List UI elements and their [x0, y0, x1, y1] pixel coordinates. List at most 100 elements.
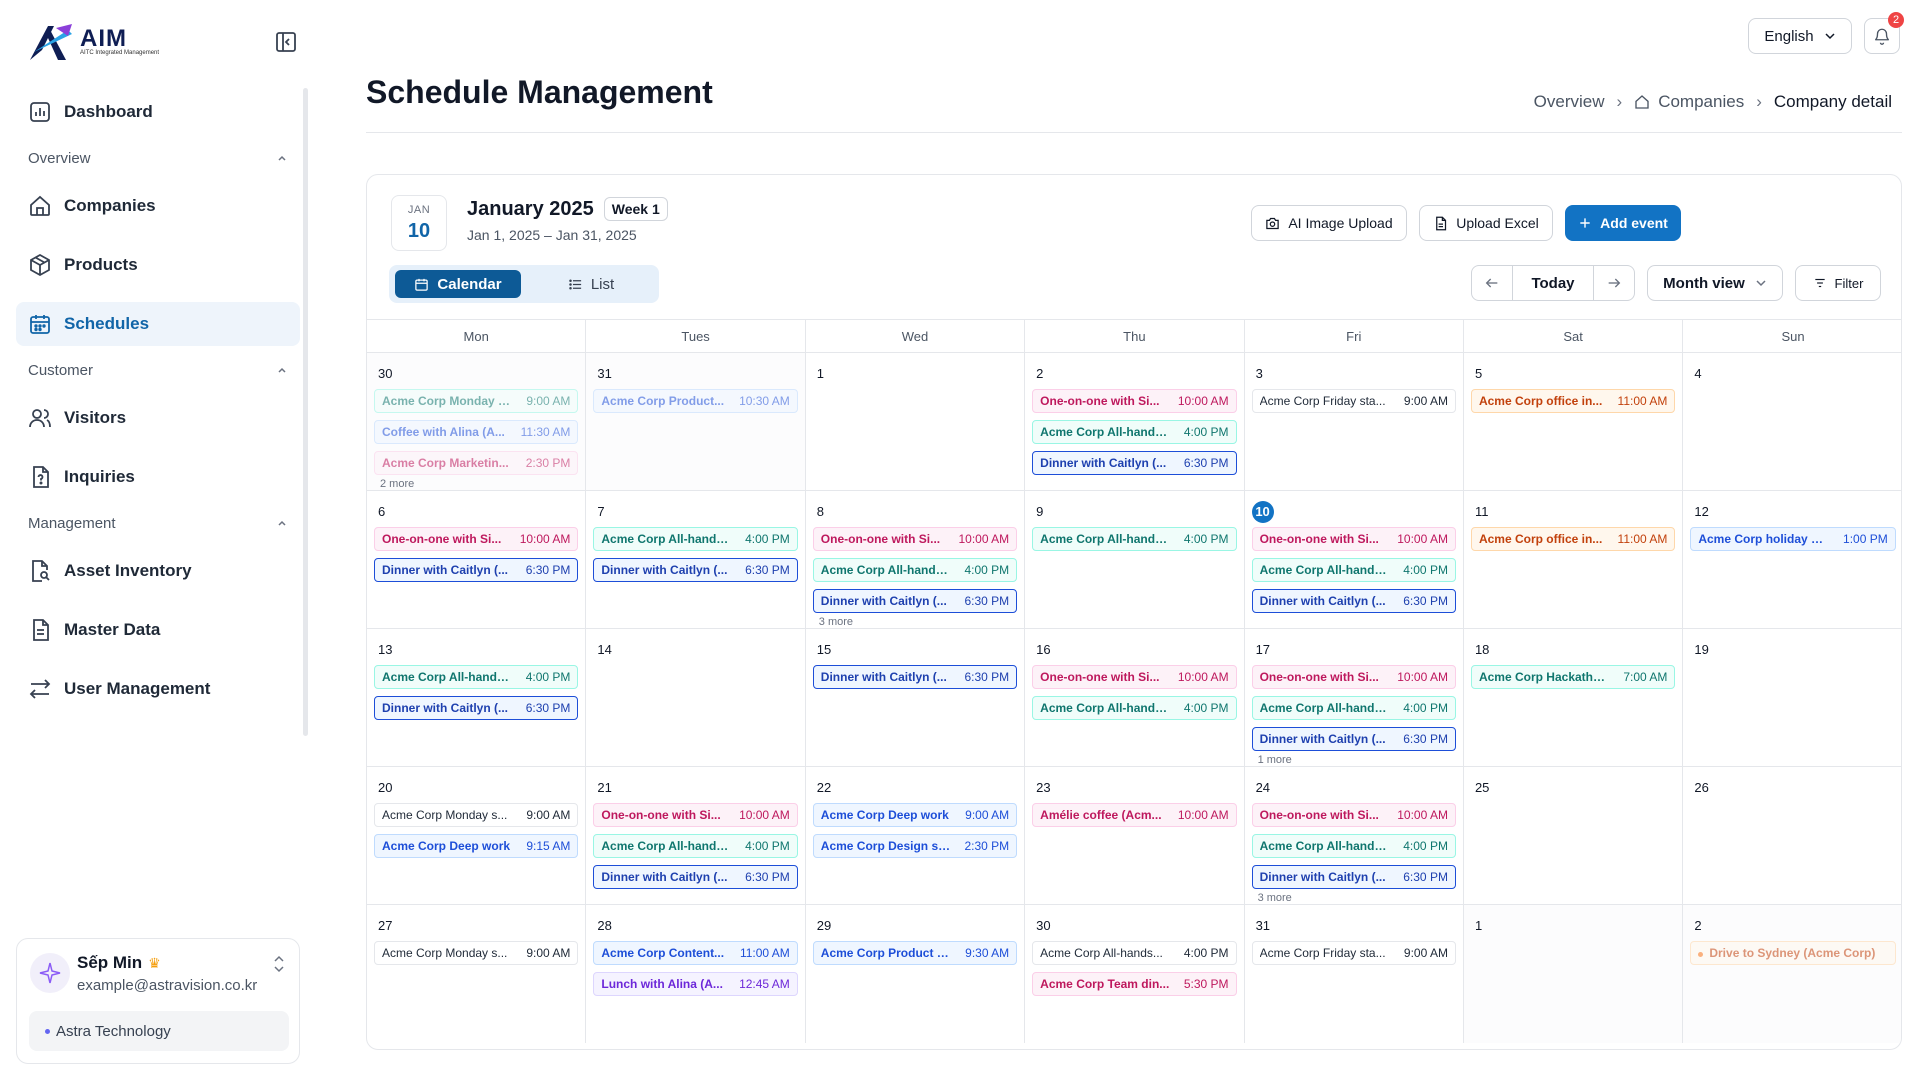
calendar-event[interactable]: One-on-one with Si... 10:00 AM [1251, 803, 1456, 827]
calendar-event[interactable]: Acme Corp Deep work 9:00 AM [812, 803, 1018, 827]
calendar-event[interactable]: Coffee with Alina (A... 11:30 AM [374, 420, 579, 444]
calendar-day-cell[interactable]: 1 [1463, 905, 1684, 1043]
calendar-day-cell[interactable]: 31 Acme Corp Product... 10:30 AM [586, 353, 806, 490]
calendar-day-cell[interactable]: 30 Acme Corp All-hands... 4:00 PM Acme Corp… [1025, 905, 1245, 1043]
calendar-day-cell[interactable]: 22 Acme Corp Deep work 9:00 AM Acme Corp De… [806, 767, 1026, 904]
language-select[interactable]: English [1748, 18, 1852, 54]
calendar-event[interactable]: Dinner with Caitlyn (... 6:30 PM [812, 665, 1018, 689]
calendar-event[interactable]: Dinner with Caitlyn (... 6:30 PM [374, 558, 579, 582]
calendar-event[interactable]: Acme Corp Team din... 5:30 PM [1032, 972, 1237, 996]
calendar-event[interactable]: Acme Corp Friday sta... 9:00 AM [1251, 389, 1456, 413]
calendar-day-cell[interactable]: 13 Acme Corp All-hands... 4:00 PM Dinner wi… [367, 629, 587, 766]
calendar-day-cell[interactable]: 29 Acme Corp Product p... 9:30 AM [806, 905, 1026, 1043]
calendar-event[interactable]: Acme Corp Monday s... 9:00 AM [374, 803, 579, 827]
calendar-day-cell[interactable]: 28 Acme Corp Content... 11:00 AM Lunch with… [586, 905, 806, 1043]
calendar-view-tab[interactable]: Calendar [395, 270, 521, 298]
calendar-event[interactable]: Acme Corp All-hands... 4:00 PM [1032, 527, 1237, 551]
calendar-event[interactable]: Drive to Sydney (Acme Corp) [1690, 941, 1896, 965]
sidebar-item-dashboard[interactable]: Dashboard [16, 90, 300, 134]
breadcrumb-companies[interactable]: Companies [1658, 92, 1744, 112]
sidebar-item-schedules[interactable]: Schedules [16, 302, 300, 346]
calendar-event[interactable]: Acme Corp All-hands... 4:00 PM [812, 558, 1018, 582]
calendar-event[interactable]: Acme Corp Marketin... 2:30 PM [374, 451, 579, 475]
chevron-up-down-icon[interactable] [271, 953, 287, 975]
user-card[interactable]: Sếp Min ♛ example@astravision.co.kr Astra… [16, 938, 300, 1064]
more-events-link[interactable]: 3 more [819, 616, 1017, 628]
calendar-event[interactable]: Acme Corp All-hands... 4:00 PM [1032, 420, 1237, 444]
sidebar-item-companies[interactable]: Companies [16, 184, 300, 228]
calendar-event[interactable]: One-on-one with Si... 10:00 AM [1251, 527, 1456, 551]
calendar-event[interactable]: Acme Corp All-hands... 4:00 PM [1251, 558, 1456, 582]
calendar-event[interactable]: Acme Corp Design sy... 2:30 PM [812, 834, 1018, 858]
calendar-day-cell[interactable]: 6 One-on-one with Si... 10:00 AM Dinner wit… [367, 491, 587, 628]
organization-selector[interactable]: Astra Technology [29, 1011, 289, 1051]
calendar-event[interactable]: Acme Corp All-hands... 4:00 PM [593, 527, 798, 551]
calendar-event[interactable]: One-on-one with Si... 10:00 AM [812, 527, 1018, 551]
upload-excel-button[interactable]: Upload Excel [1419, 205, 1553, 241]
calendar-event[interactable]: One-on-one with Si... 10:00 AM [1251, 665, 1456, 689]
calendar-day-cell[interactable]: 7 Acme Corp All-hands... 4:00 PM Dinner wit… [586, 491, 806, 628]
calendar-event[interactable]: Acme Corp All-hands... 4:00 PM [1251, 834, 1456, 858]
calendar-day-cell[interactable]: 16 One-on-one with Si... 10:00 AM Acme Corp… [1025, 629, 1245, 766]
sidebar-item-user-management[interactable]: User Management [16, 667, 300, 711]
more-events-link[interactable]: 1 more [1258, 754, 1456, 766]
calendar-event[interactable]: Acme Corp Monday s... 9:00 AM [374, 941, 579, 965]
calendar-day-cell[interactable]: 15 Dinner with Caitlyn (... 6:30 PM [806, 629, 1026, 766]
calendar-event[interactable]: Acme Corp Content... 11:00 AM [593, 941, 798, 965]
today-button[interactable]: Today [1512, 266, 1594, 300]
calendar-day-cell[interactable]: 31 Acme Corp Friday sta... 9:00 AM [1245, 905, 1464, 1043]
calendar-day-cell[interactable]: 2 Drive to Sydney (Acme Corp) [1683, 905, 1901, 1043]
filter-button[interactable]: Filter [1795, 265, 1881, 301]
next-month-button[interactable] [1594, 266, 1634, 300]
calendar-event[interactable]: Dinner with Caitlyn (... 6:30 PM [812, 589, 1018, 613]
calendar-day-cell[interactable]: 10 One-on-one with Si... 10:00 AM Acme Corp… [1245, 491, 1464, 628]
calendar-event[interactable]: Acme Corp Monday s... 9:00 AM [374, 389, 579, 413]
calendar-day-cell[interactable]: 8 One-on-one with Si... 10:00 AM Acme Corp … [806, 491, 1026, 628]
sidebar-item-visitors[interactable]: Visitors [16, 396, 300, 440]
calendar-event[interactable]: Acme Corp All-hands... 4:00 PM [593, 834, 798, 858]
calendar-event[interactable]: Acme Corp Deep work 9:15 AM [374, 834, 579, 858]
calendar-day-cell[interactable]: 18 Acme Corp Hackatho... 7:00 AM [1464, 629, 1684, 766]
calendar-event[interactable]: Amélie coffee (Acm... 10:00 AM [1032, 803, 1237, 827]
calendar-event[interactable]: Acme Corp All-hands... 4:00 PM [374, 665, 579, 689]
sidebar-collapse-button[interactable] [274, 30, 300, 56]
calendar-day-cell[interactable]: 14 [586, 629, 806, 766]
nav-section-customer[interactable]: Customer [16, 359, 300, 381]
calendar-day-cell[interactable]: 12 Acme Corp holiday p... 1:00 PM [1683, 491, 1901, 628]
calendar-event[interactable]: One-on-one with Si... 10:00 AM [1032, 665, 1237, 689]
calendar-day-cell[interactable]: 1 [806, 353, 1026, 490]
more-events-link[interactable]: 2 more [380, 478, 578, 490]
sidebar-item-inquiries[interactable]: Inquiries [16, 455, 300, 499]
ai-image-upload-button[interactable]: AI Image Upload [1251, 205, 1407, 241]
calendar-event[interactable]: Acme Corp holiday p... 1:00 PM [1690, 527, 1896, 551]
calendar-event[interactable]: Dinner with Caitlyn (... 6:30 PM [1251, 589, 1456, 613]
calendar-event[interactable]: Acme Corp office in... 11:00 AM [1470, 389, 1676, 413]
calendar-event[interactable]: Dinner with Caitlyn (... 6:30 PM [1251, 865, 1456, 889]
calendar-day-cell[interactable]: 5 Acme Corp office in... 11:00 AM [1464, 353, 1684, 490]
nav-section-management[interactable]: Management [16, 512, 300, 534]
calendar-day-cell[interactable]: 25 [1464, 767, 1684, 904]
calendar-event[interactable]: Acme Corp All-hands... 4:00 PM [1251, 696, 1456, 720]
more-events-link[interactable]: 3 more [1258, 892, 1456, 904]
calendar-event[interactable]: One-on-one with Si... 10:00 AM [593, 803, 798, 827]
calendar-event[interactable]: Acme Corp Product... 10:30 AM [593, 389, 798, 413]
list-view-tab[interactable]: List [529, 270, 653, 298]
sidebar-item-asset-inventory[interactable]: Asset Inventory [16, 549, 300, 593]
calendar-day-cell[interactable]: 3 Acme Corp Friday sta... 9:00 AM [1245, 353, 1464, 490]
calendar-day-cell[interactable]: 27 Acme Corp Monday s... 9:00 AM [367, 905, 587, 1043]
calendar-day-cell[interactable]: 17 One-on-one with Si... 10:00 AM Acme Corp… [1245, 629, 1464, 766]
nav-section-overview[interactable]: Overview [16, 147, 300, 169]
calendar-event[interactable]: Dinner with Caitlyn (... 6:30 PM [593, 558, 798, 582]
calendar-event[interactable]: Acme Corp office in... 11:00 AM [1470, 527, 1676, 551]
app-logo[interactable]: AIM AITC Integrated Management [28, 22, 159, 62]
calendar-event[interactable]: Lunch with Alina (A... 12:45 AM [593, 972, 798, 996]
calendar-event[interactable]: Dinner with Caitlyn (... 6:30 PM [1251, 727, 1456, 751]
calendar-event[interactable]: Acme Corp Hackatho... 7:00 AM [1470, 665, 1676, 689]
calendar-day-cell[interactable]: 9 Acme Corp All-hands... 4:00 PM [1025, 491, 1245, 628]
calendar-day-cell[interactable]: 4 [1683, 353, 1901, 490]
sidebar-item-master-data[interactable]: Master Data [16, 608, 300, 652]
calendar-event[interactable]: Acme Corp Product p... 9:30 AM [812, 941, 1018, 965]
breadcrumb-overview[interactable]: Overview [1534, 92, 1605, 112]
calendar-event[interactable]: Acme Corp All-hands... 4:00 PM [1032, 696, 1237, 720]
calendar-day-cell[interactable]: 24 One-on-one with Si... 10:00 AM Acme Corp… [1245, 767, 1464, 904]
